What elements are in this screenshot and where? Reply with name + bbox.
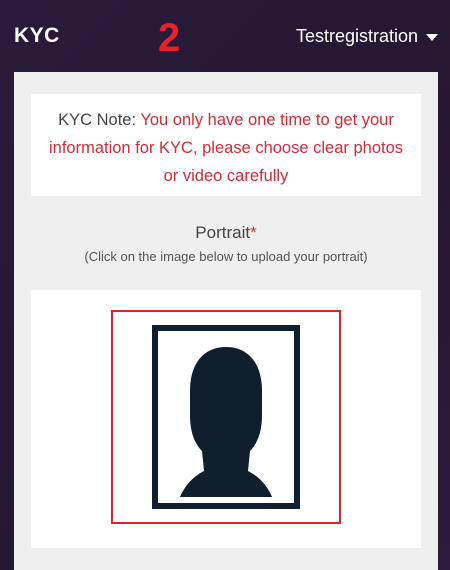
kyc-content-panel: KYC Note: You only have one time to get … bbox=[14, 72, 438, 570]
brand-title[interactable]: KYC bbox=[14, 24, 60, 48]
user-menu-dropdown[interactable]: Testregistration bbox=[296, 26, 438, 47]
portrait-upload-card bbox=[31, 290, 421, 548]
person-silhouette-icon bbox=[152, 325, 300, 509]
top-navbar: KYC 2 Testregistration bbox=[0, 0, 450, 72]
kyc-note-box: KYC Note: You only have one time to get … bbox=[31, 94, 421, 196]
step-number-annotation: 2 bbox=[158, 16, 181, 60]
portrait-upload-button[interactable] bbox=[111, 310, 341, 524]
chevron-down-icon bbox=[426, 34, 438, 41]
required-marker: * bbox=[250, 223, 257, 242]
portrait-title-label: Portrait bbox=[195, 223, 251, 242]
portrait-title: Portrait* bbox=[14, 223, 438, 243]
portrait-hint: (Click on the image below to upload your… bbox=[84, 249, 368, 264]
kyc-note-label: KYC Note: bbox=[58, 111, 137, 129]
user-menu-label: Testregistration bbox=[295, 26, 418, 46]
